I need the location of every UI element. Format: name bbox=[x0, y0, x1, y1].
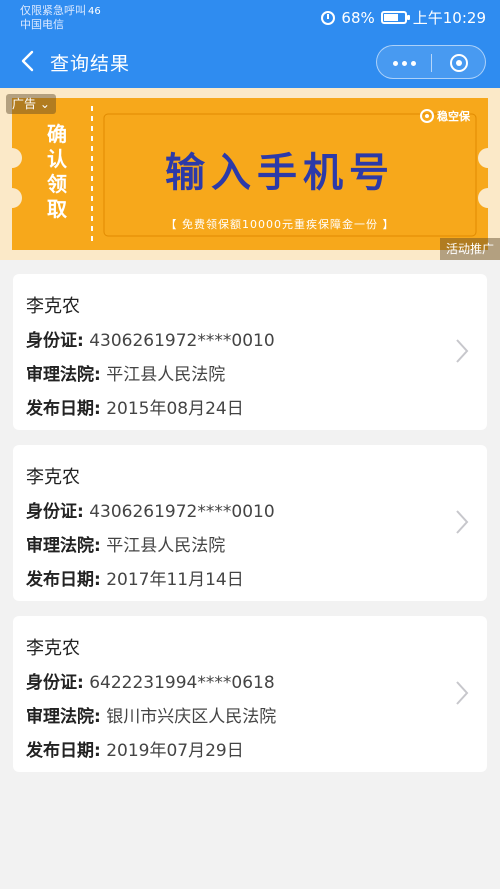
court-row: 审理法院: 平江县人民法院 bbox=[26, 360, 225, 385]
court-value: 银川市兴庆区人民法院 bbox=[106, 707, 277, 727]
court-value: 平江县人民法院 bbox=[106, 536, 226, 556]
court-label: 审理法院: bbox=[26, 365, 101, 385]
chevron-right-icon bbox=[456, 339, 469, 363]
ad-side-text: 确认领取 bbox=[47, 122, 67, 221]
person-name: 李克农 bbox=[26, 467, 80, 488]
result-card[interactable]: 李克农 身份证: 6422231994****0618 审理法院: 银川市兴庆区… bbox=[13, 616, 487, 772]
alarm-icon bbox=[321, 10, 336, 25]
ad-promo-label: 活动推广 bbox=[439, 238, 500, 260]
date-value: 2015年08月24日 bbox=[106, 399, 244, 419]
date-row: 发布日期: 2017年11月14日 bbox=[26, 565, 244, 590]
status-right: 68% 上午10:29 bbox=[321, 7, 486, 28]
id-value: 4306261972****0010 bbox=[89, 502, 275, 522]
battery-percent: 68% bbox=[341, 8, 375, 27]
battery-fill bbox=[383, 14, 398, 21]
signal-text: 46 bbox=[88, 6, 101, 17]
id-value: 6422231994****0618 bbox=[89, 673, 275, 693]
date-value: 2019年07月29日 bbox=[106, 741, 244, 761]
id-row: 身份证: 4306261972****0010 bbox=[26, 326, 275, 351]
miniprogram-capsule bbox=[376, 45, 486, 79]
chevron-right-icon bbox=[456, 681, 469, 705]
ad-headline: 输入手机号 bbox=[165, 150, 395, 196]
date-label: 发布日期: bbox=[26, 399, 101, 419]
carrier-info: 仅限紧急呼叫 中国电信 bbox=[20, 4, 86, 32]
court-value: 平江县人民法院 bbox=[106, 365, 226, 385]
id-value: 4306261972****0010 bbox=[89, 331, 275, 351]
chevron-right-icon bbox=[456, 510, 469, 534]
date-value: 2017年11月14日 bbox=[106, 570, 244, 590]
more-icon[interactable] bbox=[377, 46, 431, 80]
id-label: 身份证: bbox=[26, 331, 84, 351]
status-bar: 仅限紧急呼叫 中国电信 46 68% 上午10:29 bbox=[0, 0, 500, 36]
carrier-line-2: 中国电信 bbox=[20, 18, 64, 31]
signal-icon: 46 bbox=[88, 6, 101, 17]
date-label: 发布日期: bbox=[26, 741, 101, 761]
id-row: 身份证: 6422231994****0618 bbox=[26, 668, 275, 693]
nav-bar: 查询结果 bbox=[0, 36, 500, 88]
date-row: 发布日期: 2015年08月24日 bbox=[26, 394, 244, 419]
date-label: 发布日期: bbox=[26, 570, 101, 590]
brand-logo-icon bbox=[420, 109, 434, 123]
court-label: 审理法院: bbox=[26, 707, 101, 727]
carrier-line-1: 仅限紧急呼叫 bbox=[20, 4, 86, 17]
result-card[interactable]: 李克农 身份证: 4306261972****0010 审理法院: 平江县人民法… bbox=[13, 274, 487, 430]
ad-banner[interactable]: 广告 ⌄ 确认领取 稳空保 输入手机号 【 免费领保额10000元重疾保障金一份… bbox=[0, 88, 500, 260]
ad-brand-name: 稳空保 bbox=[437, 110, 470, 123]
back-icon[interactable] bbox=[16, 48, 42, 74]
date-row: 发布日期: 2019年07月29日 bbox=[26, 736, 244, 761]
page-title: 查询结果 bbox=[50, 53, 131, 75]
ad-brand: 稳空保 bbox=[420, 108, 470, 124]
close-target-icon[interactable] bbox=[432, 46, 486, 80]
id-row: 身份证: 4306261972****0010 bbox=[26, 497, 275, 522]
clock: 上午10:29 bbox=[412, 9, 486, 27]
id-label: 身份证: bbox=[26, 502, 84, 522]
result-card[interactable]: 李克农 身份证: 4306261972****0010 审理法院: 平江县人民法… bbox=[13, 445, 487, 601]
court-row: 审理法院: 平江县人民法院 bbox=[26, 531, 225, 556]
ad-tag-label: 广告 bbox=[12, 97, 37, 111]
ad-tag[interactable]: 广告 ⌄ bbox=[6, 94, 56, 114]
person-name: 李克农 bbox=[26, 296, 80, 317]
court-row: 审理法院: 银川市兴庆区人民法院 bbox=[26, 702, 276, 727]
person-name: 李克农 bbox=[26, 638, 80, 659]
ad-subline: 【 免费领保额10000元重疾保障金一份 】 bbox=[165, 218, 395, 231]
battery-icon bbox=[380, 11, 410, 24]
id-label: 身份证: bbox=[26, 673, 84, 693]
court-label: 审理法院: bbox=[26, 536, 101, 556]
